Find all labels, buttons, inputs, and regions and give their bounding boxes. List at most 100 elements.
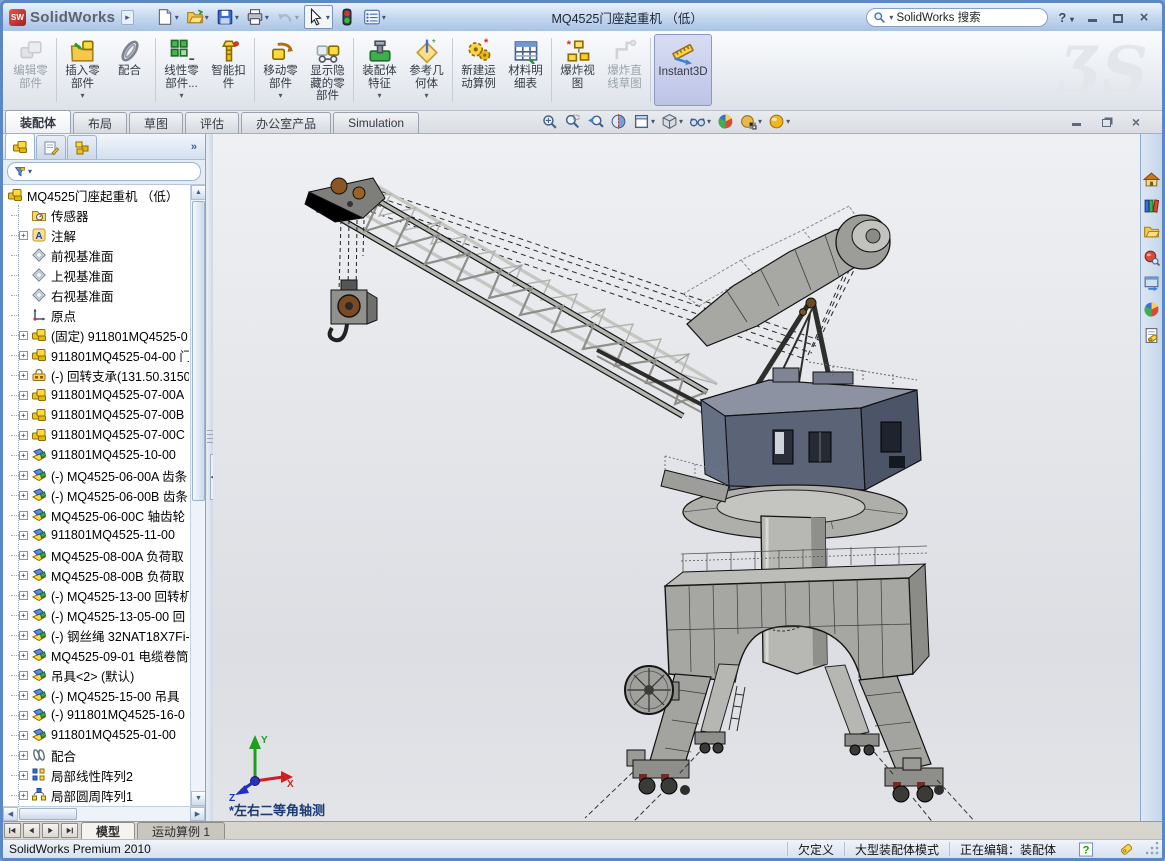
custom-properties-button[interactable] (1142, 326, 1161, 345)
save-button[interactable]: ▾ (214, 6, 241, 28)
scroll-thumb[interactable] (192, 201, 205, 501)
move-component-dropdown-arrow[interactable]: ▾ (278, 91, 282, 100)
previous-view-button[interactable] (587, 113, 604, 130)
expand-plus-icon[interactable]: + (19, 631, 28, 640)
tree-item[interactable]: +(-) MQ4525-13-00 回转机 (3, 585, 205, 605)
tree-vertical-scrollbar[interactable]: ▲ ▼ (190, 185, 205, 806)
view-palette-button[interactable] (1142, 274, 1161, 293)
tab-评估[interactable]: 评估 (185, 112, 239, 133)
expand-plus-icon[interactable]: + (19, 331, 28, 340)
doc-restore-button[interactable] (1098, 114, 1114, 128)
tree-item[interactable]: +MQ4525-08-00A 负荷取 (3, 545, 205, 565)
exploded-view-button[interactable]: *爆炸视图 (555, 34, 600, 106)
crane-3d-model[interactable] (213, 134, 1140, 821)
scroll-right-button[interactable]: ▶ (190, 807, 205, 821)
select-cursor-button[interactable]: ▾ (304, 5, 333, 29)
minimize-button[interactable] (1084, 10, 1100, 24)
tree-item[interactable]: +MQ4525-06-00C 轴齿轮 (3, 505, 205, 525)
assembly-features-button[interactable]: 装配体特征▾ (357, 34, 402, 106)
next-tab-button[interactable] (42, 823, 59, 838)
linear-component-pattern-dropdown-arrow[interactable]: ▾ (179, 91, 183, 100)
last-tab-button[interactable] (61, 823, 78, 838)
zoom-area-button[interactable] (564, 113, 581, 130)
tree-item[interactable]: +局部圆周阵列1 (3, 785, 205, 805)
tree-item[interactable]: +(-) 911801MQ4525-16-0 (3, 705, 205, 725)
help-button[interactable]: ? ▾ (1058, 10, 1074, 25)
move-component-button[interactable]: 移动零部件▾ (258, 34, 303, 106)
tag-icon[interactable] (1118, 842, 1134, 857)
tree-item[interactable]: +(-) MQ4525-06-00B 齿条 (3, 485, 205, 505)
undo-button[interactable]: ▾ (274, 6, 301, 28)
rebuild-stoplight-button[interactable] (336, 6, 358, 28)
tab-Simulation[interactable]: Simulation (333, 112, 419, 133)
tree-item[interactable]: +911801MQ4525-01-00 (3, 725, 205, 745)
tree-item[interactable]: +(-) MQ4525-15-00 吊具 (3, 685, 205, 705)
previous-tab-button[interactable] (23, 823, 40, 838)
tree-item[interactable]: +(-) 回转支承(131.50.3150 (3, 365, 205, 385)
propertymanager-tab[interactable] (36, 135, 66, 159)
instant3d-button[interactable]: Instant3D (654, 34, 712, 106)
tree-root-item[interactable]: MQ4525门座起重机 （低） (3, 185, 205, 205)
scroll-up-button[interactable]: ▲ (191, 185, 205, 200)
menu-flyout-arrow[interactable]: ▸ (121, 10, 134, 25)
close-button[interactable]: × (1136, 10, 1152, 24)
hide-show-items-button[interactable]: ▾ (689, 113, 711, 130)
options-list-button[interactable]: ▾ (361, 6, 388, 28)
zoom-fit-button[interactable] (541, 113, 558, 130)
insert-component-button[interactable]: 插入零部件▾ (60, 34, 105, 106)
tree-item[interactable]: +911801MQ4525-07-00C (3, 425, 205, 445)
expand-plus-icon[interactable]: + (19, 491, 28, 500)
tree-item[interactable]: +911801MQ4525-04-00 门 (3, 345, 205, 365)
solidworks-resources-home-button[interactable] (1142, 170, 1161, 189)
expand-plus-icon[interactable]: + (19, 431, 28, 440)
first-tab-button[interactable] (4, 823, 21, 838)
resize-grip[interactable] (1146, 842, 1160, 856)
tree-item[interactable]: +911801MQ4525-07-00A (3, 385, 205, 405)
mate-button[interactable]: 配合 (107, 34, 152, 106)
expand-plus-icon[interactable]: + (19, 351, 28, 360)
scroll-down-button[interactable]: ▼ (191, 791, 205, 806)
filter-dropdown-arrow[interactable]: ▾ (28, 167, 32, 176)
view-settings-button[interactable]: ▾ (768, 113, 790, 130)
expand-plus-icon[interactable]: + (19, 711, 28, 720)
expand-plus-icon[interactable]: + (19, 611, 28, 620)
graphics-viewport[interactable]: Y X Z *左右二等角轴测 (213, 134, 1140, 821)
new-motion-study-button[interactable]: *新建运动算例 (456, 34, 501, 106)
reference-geometry-dropdown-arrow[interactable]: ▾ (424, 91, 428, 100)
tree-item[interactable]: +911801MQ4525-10-00 (3, 445, 205, 465)
new-document-button[interactable]: ▾ (154, 6, 181, 28)
expand-plus-icon[interactable]: + (19, 471, 28, 480)
open-folder-button[interactable]: ▾ (184, 6, 211, 28)
print-button[interactable]: ▾ (244, 6, 271, 28)
doc-close-button[interactable]: × (1128, 114, 1144, 128)
expand-plus-icon[interactable]: + (19, 691, 28, 700)
show-hidden-components-button[interactable]: 显示隐藏的零部件 (305, 34, 350, 106)
tree-item[interactable]: +配合 (3, 745, 205, 765)
search-scope-dropdown[interactable]: ▾ (889, 13, 893, 22)
configurationmanager-tab[interactable] (67, 135, 97, 159)
tree-item[interactable]: 前视基准面 (3, 245, 205, 265)
reference-geometry-button[interactable]: *参考几何体▾ (404, 34, 449, 106)
tree-item[interactable]: +MQ4525-08-00B 负荷取 (3, 565, 205, 585)
tree-item[interactable]: +911801MQ4525-11-00 (3, 525, 205, 545)
linear-component-pattern-button[interactable]: 线性零部件...▾ (159, 34, 204, 106)
expand-plus-icon[interactable]: + (19, 531, 28, 540)
file-explorer-button[interactable] (1142, 222, 1161, 241)
expand-plus-icon[interactable]: + (19, 411, 28, 420)
scroll-left-button[interactable]: ◀ (3, 807, 18, 821)
expand-plus-icon[interactable]: + (19, 651, 28, 660)
tree-item[interactable]: +(-) MQ4525-06-00A 齿条 (3, 465, 205, 485)
search-input[interactable]: ▾ SolidWorks 搜索 (866, 8, 1048, 27)
quick-tip-help-icon[interactable]: ? (1078, 842, 1094, 857)
tab-草图[interactable]: 草图 (129, 112, 183, 133)
hscroll-thumb[interactable] (19, 808, 77, 820)
featuremanager-tree-tab[interactable] (5, 133, 35, 159)
model-tab-2[interactable]: 运动算例 1 (137, 822, 225, 839)
bill-of-materials-button[interactable]: 材料明细表 (503, 34, 548, 106)
expand-plus-icon[interactable]: + (19, 671, 28, 680)
expand-plus-icon[interactable]: + (19, 591, 28, 600)
solidworks-search-button[interactable] (1142, 248, 1161, 267)
tree-item[interactable]: +吊具<2> (默认) (3, 665, 205, 685)
edit-appearance-button[interactable] (717, 113, 734, 130)
expand-plus-icon[interactable]: + (19, 571, 28, 580)
